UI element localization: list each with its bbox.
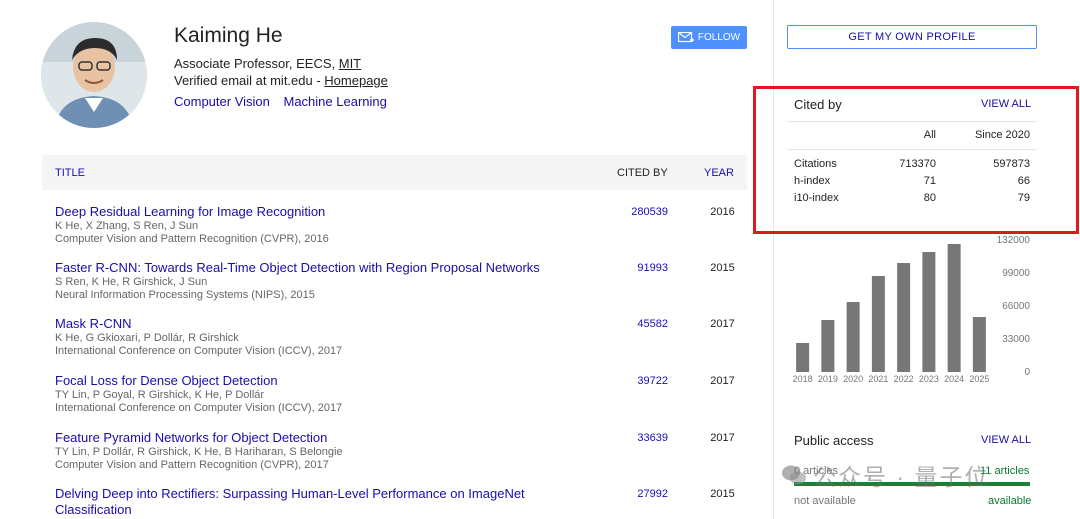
follow-button[interactable]: FOLLOW: [671, 26, 747, 49]
article-year: 2017: [710, 318, 735, 330]
x-tick-label: 2021: [868, 374, 888, 384]
table-row: Focal Loss for Dense Object Detection TY…: [55, 373, 745, 415]
y-tick-label: 0: [1024, 367, 1030, 378]
citation-count-link[interactable]: 27992: [575, 488, 668, 500]
watermark-text: 公众号 · 量子位: [813, 464, 990, 490]
metric-label: Citations: [794, 158, 837, 170]
article-venue: Neural Information Processing Systems (N…: [55, 289, 315, 301]
chart-bar[interactable]: [846, 302, 860, 372]
y-tick-label: 99000: [1002, 268, 1030, 279]
profile-email: Verified email at mit.edu - Homepage: [174, 73, 388, 88]
email-text: Verified email at mit.edu -: [174, 73, 325, 88]
article-title-link[interactable]: Delving Deep into Rectifiers: Surpassing…: [55, 486, 555, 518]
chart-bar[interactable]: [871, 276, 885, 372]
col-all-header: All: [923, 129, 936, 141]
citations-bar-chart: 2018 2019 2020 2021 2022 2023 2024 2025 132000 99…: [787, 234, 1037, 386]
divider: [787, 121, 1037, 122]
profile-affiliation: Associate Professor, EECS, MIT: [174, 56, 361, 71]
y-tick-label: 33000: [1002, 334, 1030, 345]
x-tick-label: 2020: [843, 374, 863, 384]
article-year: 2016: [710, 206, 735, 218]
table-row: Feature Pyramid Networks for Object Dete…: [55, 430, 745, 472]
y-tick-label: 66000: [1002, 301, 1030, 312]
article-venue: Computer Vision and Pattern Recognition …: [55, 459, 329, 471]
x-tick-label: 2019: [818, 374, 838, 384]
table-row: Deep Residual Learning for Image Recogni…: [55, 204, 745, 246]
metric-since: 79: [1017, 192, 1030, 204]
mail-plus-icon: [677, 31, 694, 42]
sort-by-title[interactable]: TITLE: [55, 167, 85, 179]
profile-name: Kaiming He: [174, 24, 283, 47]
chart-bar[interactable]: [972, 317, 986, 372]
citation-count-link[interactable]: 39722: [575, 375, 668, 387]
cited-by-view-all[interactable]: VIEW ALL: [981, 98, 1031, 110]
article-venue: International Conference on Computer Vis…: [55, 345, 343, 357]
article-authors: S Ren, K He, R Girshick, J Sun: [55, 276, 208, 288]
chart-bar[interactable]: [922, 252, 936, 372]
article-authors: TY Lin, P Goyal, R Girshick, K He, P Dol…: [55, 389, 265, 401]
citation-count-link[interactable]: 33639: [575, 432, 668, 444]
metric-all: 713370: [899, 158, 936, 170]
metric-label: h-index: [794, 175, 831, 187]
x-tick-label: 2023: [919, 374, 939, 384]
available-label: available: [988, 495, 1032, 507]
homepage-link[interactable]: Homepage: [324, 73, 388, 88]
sort-by-year[interactable]: YEAR: [704, 167, 734, 179]
citation-count-link[interactable]: 280539: [575, 206, 668, 218]
chart-bar[interactable]: [897, 263, 911, 372]
cited-by-header[interactable]: CITED BY: [617, 167, 668, 179]
article-authors: K He, X Zhang, S Ren, J Sun: [55, 220, 199, 232]
column-divider: [773, 0, 774, 519]
y-tick-label: 132000: [997, 235, 1031, 246]
chart-bar[interactable]: [821, 320, 835, 372]
research-interests: Computer Vision Machine Learning: [174, 94, 397, 109]
x-tick-label: 2024: [944, 374, 964, 384]
citation-count-link[interactable]: 91993: [575, 262, 668, 274]
get-own-profile-button[interactable]: GET MY OWN PROFILE: [787, 25, 1037, 49]
table-row: Faster R-CNN: Towards Real-Time Object D…: [55, 260, 745, 302]
follow-label: FOLLOW: [697, 32, 741, 43]
article-year: 2017: [710, 375, 735, 387]
chart-bar[interactable]: [796, 343, 810, 372]
public-access-title: Public access: [794, 433, 874, 448]
chart-canvas: 2018 2019 2020 2021 2022 2023 2024 2025 132000 99…: [793, 235, 1031, 384]
person-photo-icon: [41, 22, 147, 128]
article-year: 2015: [710, 488, 735, 500]
metric-since: 66: [1017, 175, 1030, 187]
x-tick-label: 2022: [894, 374, 914, 384]
chart-bar[interactable]: [947, 244, 961, 372]
article-authors: K He, G Gkioxari, P Dollár, R Girshick: [55, 332, 239, 344]
avatar: [41, 22, 147, 128]
affiliation-link[interactable]: MIT: [339, 56, 361, 71]
interest-link[interactable]: Machine Learning: [284, 94, 387, 109]
article-authors: TY Lin, P Dollár, R Girshick, K He, B Ha…: [55, 446, 343, 458]
article-year: 2017: [710, 432, 735, 444]
interest-link[interactable]: Computer Vision: [174, 94, 270, 109]
article-venue: Computer Vision and Pattern Recognition …: [55, 233, 329, 245]
x-tick-label: 2018: [793, 374, 813, 384]
metric-label: i10-index: [794, 192, 839, 204]
article-venue: International Conference on Computer Vis…: [55, 402, 343, 414]
wechat-logo-icon: [782, 465, 806, 485]
metric-all: 71: [923, 175, 936, 187]
col-since-header: Since 2020: [974, 129, 1030, 141]
metric-since: 597873: [993, 158, 1030, 170]
cited-by-title: Cited by: [794, 97, 842, 112]
affiliation-text: Associate Professor, EECS,: [174, 56, 339, 71]
metric-all: 80: [923, 192, 936, 204]
divider: [787, 149, 1037, 150]
article-year: 2015: [710, 262, 735, 274]
table-row: Delving Deep into Rectifiers: Surpassing…: [55, 486, 735, 518]
citation-count-link[interactable]: 45582: [575, 318, 668, 330]
public-access-view-all[interactable]: VIEW ALL: [981, 434, 1031, 446]
articles-table-header: TITLE CITED BY YEAR: [42, 155, 747, 190]
not-available-label: not available: [794, 495, 856, 507]
x-tick-label: 2025: [969, 374, 989, 384]
watermark: 公众号 · 量子位: [781, 458, 989, 492]
table-row: Mask R-CNN K He, G Gkioxari, P Dollár, R…: [55, 316, 745, 358]
